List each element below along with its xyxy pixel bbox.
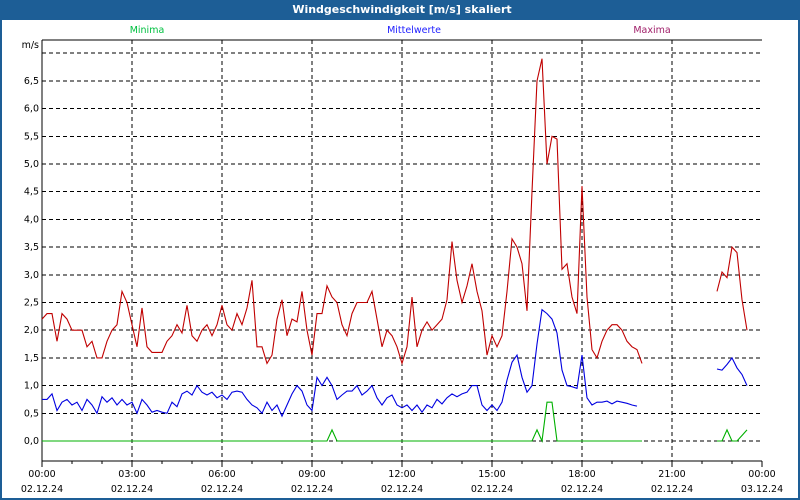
y-tick-label: 4,0 (24, 214, 39, 225)
y-tick-label: 5,0 (24, 159, 39, 170)
x-tick-date: 02.12.24 (201, 484, 243, 495)
y-tick-label: 6,5 (24, 76, 39, 87)
x-tick-time: 21:00 (658, 469, 685, 480)
legend-mittelwerte: Mittelwerte (387, 25, 441, 36)
chart-window: Windgeschwindigkeit [m/s] skaliert 0,0 0,… (0, 0, 800, 500)
x-tick-date: 02.12.24 (21, 484, 63, 495)
x-tick-date: 02.12.24 (291, 484, 333, 495)
y-tick-label: 2,0 (24, 325, 39, 336)
y-tick-label: 3,5 (24, 242, 39, 253)
x-tick-time: 12:00 (388, 469, 415, 480)
x-tick-date: 02.12.24 (471, 484, 513, 495)
y-tick-label: 5,5 (24, 131, 39, 142)
y-tick-label: 1,5 (24, 353, 39, 364)
y-tick-label: 1,0 (24, 381, 39, 392)
x-tick-date: 02.12.24 (561, 484, 603, 495)
y-tick-label: 2,5 (24, 298, 39, 309)
series-line-mittelwerte (42, 308, 638, 418)
legend-minima: Minima (130, 25, 165, 36)
y-tick-label: 6,0 (24, 104, 39, 115)
legend-maxima: Maxima (633, 25, 670, 36)
x-tick-time: 09:00 (298, 469, 325, 480)
line-chart: 0,0 0,5 1,0 1,5 2,0 2,5 3,0 3,5 4,0 4,5 5,0 5,5 6,0 6… (21, 25, 783, 495)
y-axis-unit: m/s (22, 40, 39, 51)
x-tick-date: 02.12.24 (381, 484, 423, 495)
x-tick-time: 18:00 (568, 469, 595, 480)
series-line-maxima (716, 245, 748, 331)
x-tick-date: 02.12.24 (111, 484, 153, 495)
x-tick-time: 00:00 (748, 469, 775, 480)
x-tick-time: 06:00 (208, 469, 235, 480)
y-tick-label: 4,5 (24, 187, 39, 198)
y-tick-label: 3,0 (24, 270, 39, 281)
x-tick-time: 03:00 (118, 469, 145, 480)
y-tick-label: 0,5 (24, 408, 39, 419)
y-tick-label: 0,0 (24, 436, 39, 447)
series-line-mittelwerte (716, 356, 748, 386)
x-tick-time: 00:00 (28, 469, 55, 480)
x-tick-date: 02.12.24 (651, 484, 693, 495)
x-tick-time: 15:00 (478, 469, 505, 480)
x-tick-date: 03.12.24 (741, 484, 783, 495)
series-line-minima (717, 428, 748, 442)
